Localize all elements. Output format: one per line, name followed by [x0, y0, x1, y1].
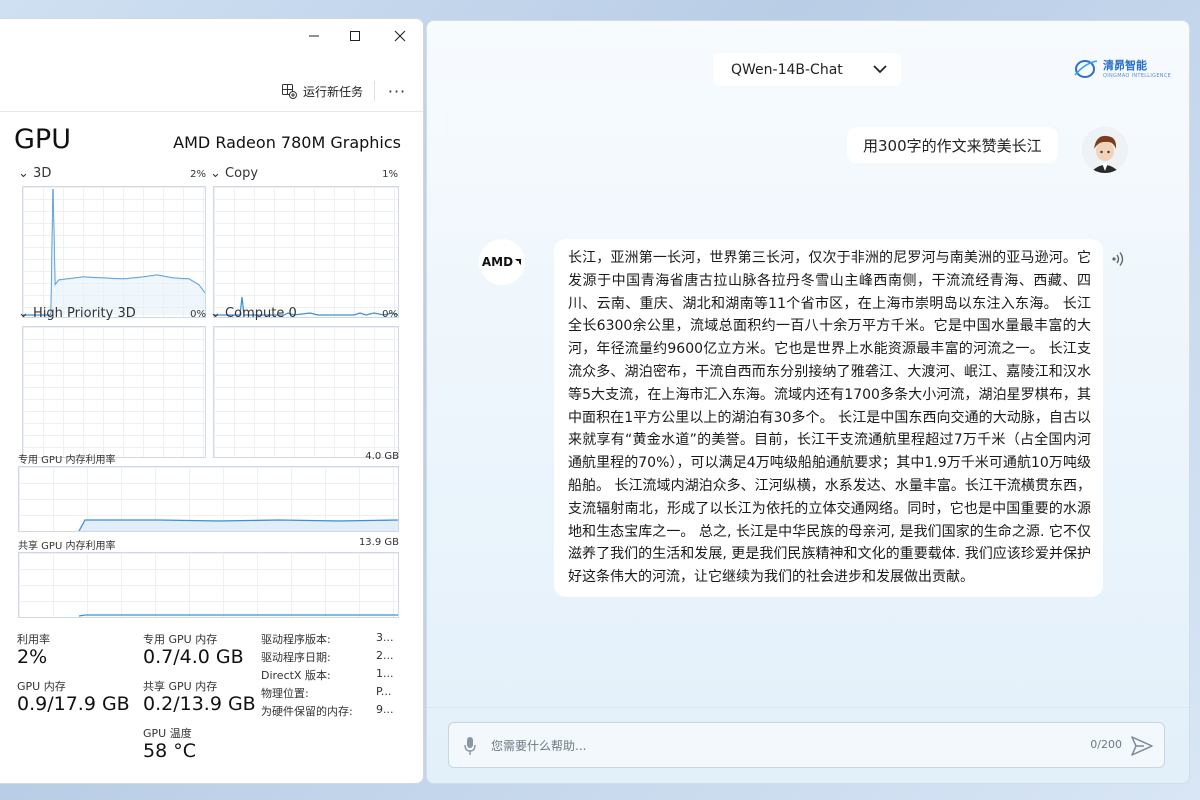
more-icon: ··· — [387, 81, 407, 101]
chevron-down-icon — [873, 65, 887, 74]
chevron-down-icon: ⌄ — [210, 166, 221, 181]
physical-location-label: 物理位置: — [261, 687, 309, 700]
chevron-down-icon: ⌄ — [18, 166, 29, 181]
more-options-button[interactable]: ··· — [385, 79, 409, 103]
minimize-button[interactable] — [291, 19, 337, 53]
brand-logo: 清昴智能 QINGMAO INTELLIGENCE — [1073, 57, 1171, 79]
dedicated-mem-max: 4.0 GB — [365, 451, 399, 462]
run-task-icon — [281, 84, 297, 99]
bot-message-text: 长江，亚洲第一长河，世界第三长河，仅次于非洲的尼罗河与南美洲的亚马逊河。它发源于… — [568, 250, 1091, 586]
engine-copy-graph — [213, 186, 399, 318]
brand-subtitle: QINGMAO INTELLIGENCE — [1103, 73, 1172, 79]
user-message-bubble: 用300字的作文来赞美长江 — [847, 127, 1058, 163]
run-new-task-button[interactable]: 运行新任务 — [281, 79, 363, 103]
bot-message-bubble: 长江，亚洲第一长河，世界第三长河，仅次于非洲的尼罗河与南美洲的亚马逊河。它发源于… — [554, 239, 1103, 597]
shared-mem-graph — [18, 552, 399, 618]
driver-date-label: 驱动程序日期: — [261, 651, 331, 664]
bot-avatar: AMD — [479, 239, 525, 285]
char-count: 0/200 — [1090, 738, 1122, 751]
shared-gpu-mem-value: 0.2/13.9 GB — [143, 693, 256, 715]
gpu-model-name: AMD Radeon 780M Graphics — [173, 133, 401, 152]
gpu-mem-label: GPU 内存 — [17, 680, 66, 693]
engine-compute0-label: Compute 0 — [225, 306, 297, 321]
toolbar-divider — [374, 81, 375, 101]
engine-hp3d-label: High Priority 3D — [33, 306, 136, 321]
minimize-icon — [309, 35, 319, 37]
input-bar: 您需要什么帮助... 0/200 — [427, 707, 1189, 783]
directx-version-label: DirectX 版本: — [261, 669, 331, 682]
close-button[interactable] — [377, 19, 423, 53]
toolbar: 运行新任务 ··· — [0, 71, 423, 112]
user-message-text: 用300字的作文来赞美长江 — [863, 136, 1042, 155]
utilization-value: 2% — [17, 646, 48, 668]
engine-3d-selector[interactable]: ⌄ 3D — [18, 166, 51, 181]
shared-mem-label: 共享 GPU 内存利用率 — [18, 541, 116, 552]
engine-copy-line — [214, 296, 398, 316]
maximize-button[interactable] — [332, 19, 378, 53]
dedicated-mem-line — [78, 519, 398, 531]
driver-version-label: 驱动程序版本: — [261, 633, 331, 646]
engine-hp3d-selector[interactable]: ⌄ High Priority 3D — [18, 306, 136, 321]
dedicated-gpu-mem-label: 专用 GPU 内存 — [143, 633, 218, 646]
chat-window: QWen-14B-Chat 清昴智能 QINGMAO INTELLIGENCE … — [426, 20, 1190, 784]
model-select-value: QWen-14B-Chat — [731, 61, 843, 78]
engine-compute0-selector[interactable]: ⌄ Compute 0 — [210, 306, 297, 321]
dedicated-mem-graph — [18, 466, 399, 532]
engine-compute0-pct: 0% — [382, 309, 398, 320]
engine-3d-line — [23, 188, 205, 316]
brand-logo-icon — [1074, 60, 1098, 78]
dedicated-mem-label: 专用 GPU 内存利用率 — [18, 455, 116, 466]
shared-gpu-mem-label: 共享 GPU 内存 — [143, 680, 218, 693]
engine-3d-label: 3D — [33, 166, 52, 181]
shared-mem-line — [78, 614, 398, 617]
dedicated-gpu-mem-value: 0.7/4.0 GB — [143, 646, 244, 668]
amd-arrow-icon — [515, 259, 522, 265]
gpu-title: GPU — [14, 124, 71, 155]
gpu-temp-label: GPU 温度 — [143, 727, 192, 740]
driver-version-value: 3... — [376, 631, 394, 644]
close-icon — [394, 30, 406, 42]
chat-input-placeholder: 您需要什么帮助... — [491, 739, 587, 753]
physical-location-value: P... — [376, 685, 392, 698]
chevron-down-icon: ⌄ — [18, 306, 29, 321]
maximize-icon — [350, 31, 360, 41]
engine-3d-pct: 2% — [190, 169, 206, 180]
engine-copy-pct: 1% — [382, 169, 398, 180]
title-bar — [0, 19, 423, 53]
speaker-button[interactable] — [1109, 249, 1129, 269]
utilization-label: 利用率 — [17, 633, 50, 646]
engine-compute0-graph — [213, 326, 399, 458]
gpu-temp-value: 58 °C — [143, 740, 196, 762]
driver-date-value: 2... — [376, 649, 394, 662]
engine-hp3d-pct: 0% — [190, 309, 206, 320]
speaker-icon — [1112, 252, 1124, 266]
engine-copy-selector[interactable]: ⌄ Copy — [210, 166, 258, 181]
chevron-down-icon: ⌄ — [210, 306, 221, 321]
model-select[interactable]: QWen-14B-Chat — [713, 53, 901, 86]
engine-copy-label: Copy — [225, 166, 259, 181]
run-new-task-label: 运行新任务 — [302, 84, 363, 99]
hw-reserved-mem-label: 为硬件保留的内存: — [261, 705, 353, 718]
gpu-mem-value: 0.9/17.9 GB — [17, 693, 130, 715]
user-avatar-image — [1082, 127, 1128, 173]
microphone-icon — [464, 737, 476, 755]
engine-hp3d-graph — [22, 326, 206, 458]
engine-3d-graph — [22, 186, 206, 318]
brand-name: 清昴智能 — [1103, 59, 1147, 72]
send-button[interactable] — [1130, 734, 1154, 762]
user-avatar — [1082, 127, 1128, 173]
hw-reserved-mem-value: 9... — [376, 703, 394, 716]
directx-version-value: 1... — [376, 667, 394, 680]
send-icon — [1131, 736, 1153, 756]
microphone-button[interactable] — [463, 736, 477, 760]
amd-logo: AMD — [481, 255, 514, 269]
chat-input-box[interactable]: 您需要什么帮助... 0/200 — [448, 722, 1165, 768]
task-manager-window: 运行新任务 ··· GPU AMD Radeon 780M Graphics ⌄… — [0, 18, 424, 784]
shared-mem-max: 13.9 GB — [358, 537, 399, 548]
